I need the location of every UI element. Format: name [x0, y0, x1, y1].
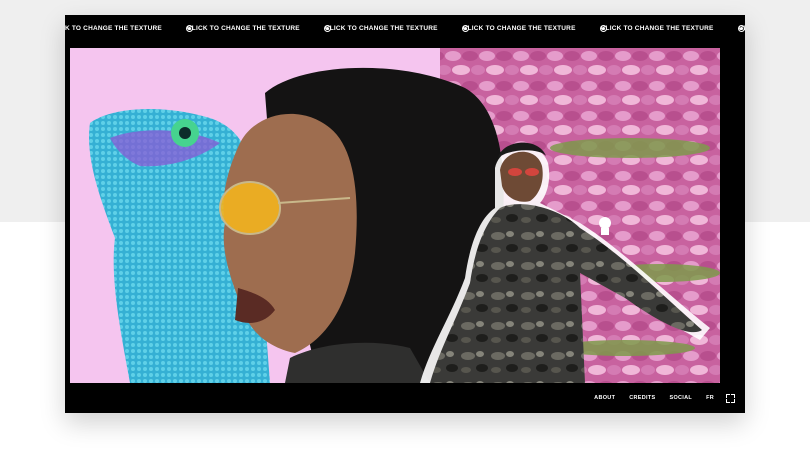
- ticker-item[interactable]: CLICK TO CHANGE THE TEXTURE: [325, 25, 479, 32]
- bottom-nav: ABOUT CREDITS SOCIAL FR: [65, 383, 745, 413]
- nav-about-link[interactable]: ABOUT: [594, 395, 615, 401]
- ticker-item[interactable]: CLICK TO CHANGE THE TEXTURE: [601, 25, 745, 32]
- ticker-label: CLICK TO CHANGE THE TEXTURE: [462, 25, 576, 32]
- ticker-item[interactable]: CLICK TO CHANGE THE TEXTURE: [463, 25, 617, 32]
- smiley-icon: [461, 25, 469, 32]
- collage-image: [70, 48, 720, 383]
- smiley-icon: [323, 25, 331, 32]
- smiley-icon: [185, 25, 193, 32]
- nav-credits-link[interactable]: CREDITS: [629, 395, 655, 401]
- nav-social-link[interactable]: SOCIAL: [669, 395, 692, 401]
- nav-language-link[interactable]: FR: [706, 395, 714, 401]
- texture-ticker[interactable]: CLICK TO CHANGE THE TEXTURE CLICK TO CHAN…: [65, 15, 745, 42]
- ticker-label: CLICK TO CHANGE THE TEXTURE: [186, 25, 300, 32]
- video-frame[interactable]: CLICK TO CHANGE THE TEXTURE CLICK TO CHAN…: [65, 15, 745, 413]
- video-scene[interactable]: [70, 48, 720, 383]
- smiley-icon: [737, 25, 745, 32]
- fullscreen-icon[interactable]: [726, 393, 735, 403]
- ticker-label: CLICK TO CHANGE THE TEXTURE: [324, 25, 438, 32]
- ticker-label: CLICK TO CHANGE THE TEXTURE: [600, 25, 714, 32]
- ticker-item[interactable]: CLICK TO CHANGE THE TEXTURE: [187, 25, 341, 32]
- ticker-item[interactable]: CLICK TO CHANGE THE TEXTURE: [65, 25, 203, 32]
- ticker-label: CLICK TO CHANGE THE TEXTURE: [65, 25, 162, 32]
- smiley-icon: [599, 25, 607, 32]
